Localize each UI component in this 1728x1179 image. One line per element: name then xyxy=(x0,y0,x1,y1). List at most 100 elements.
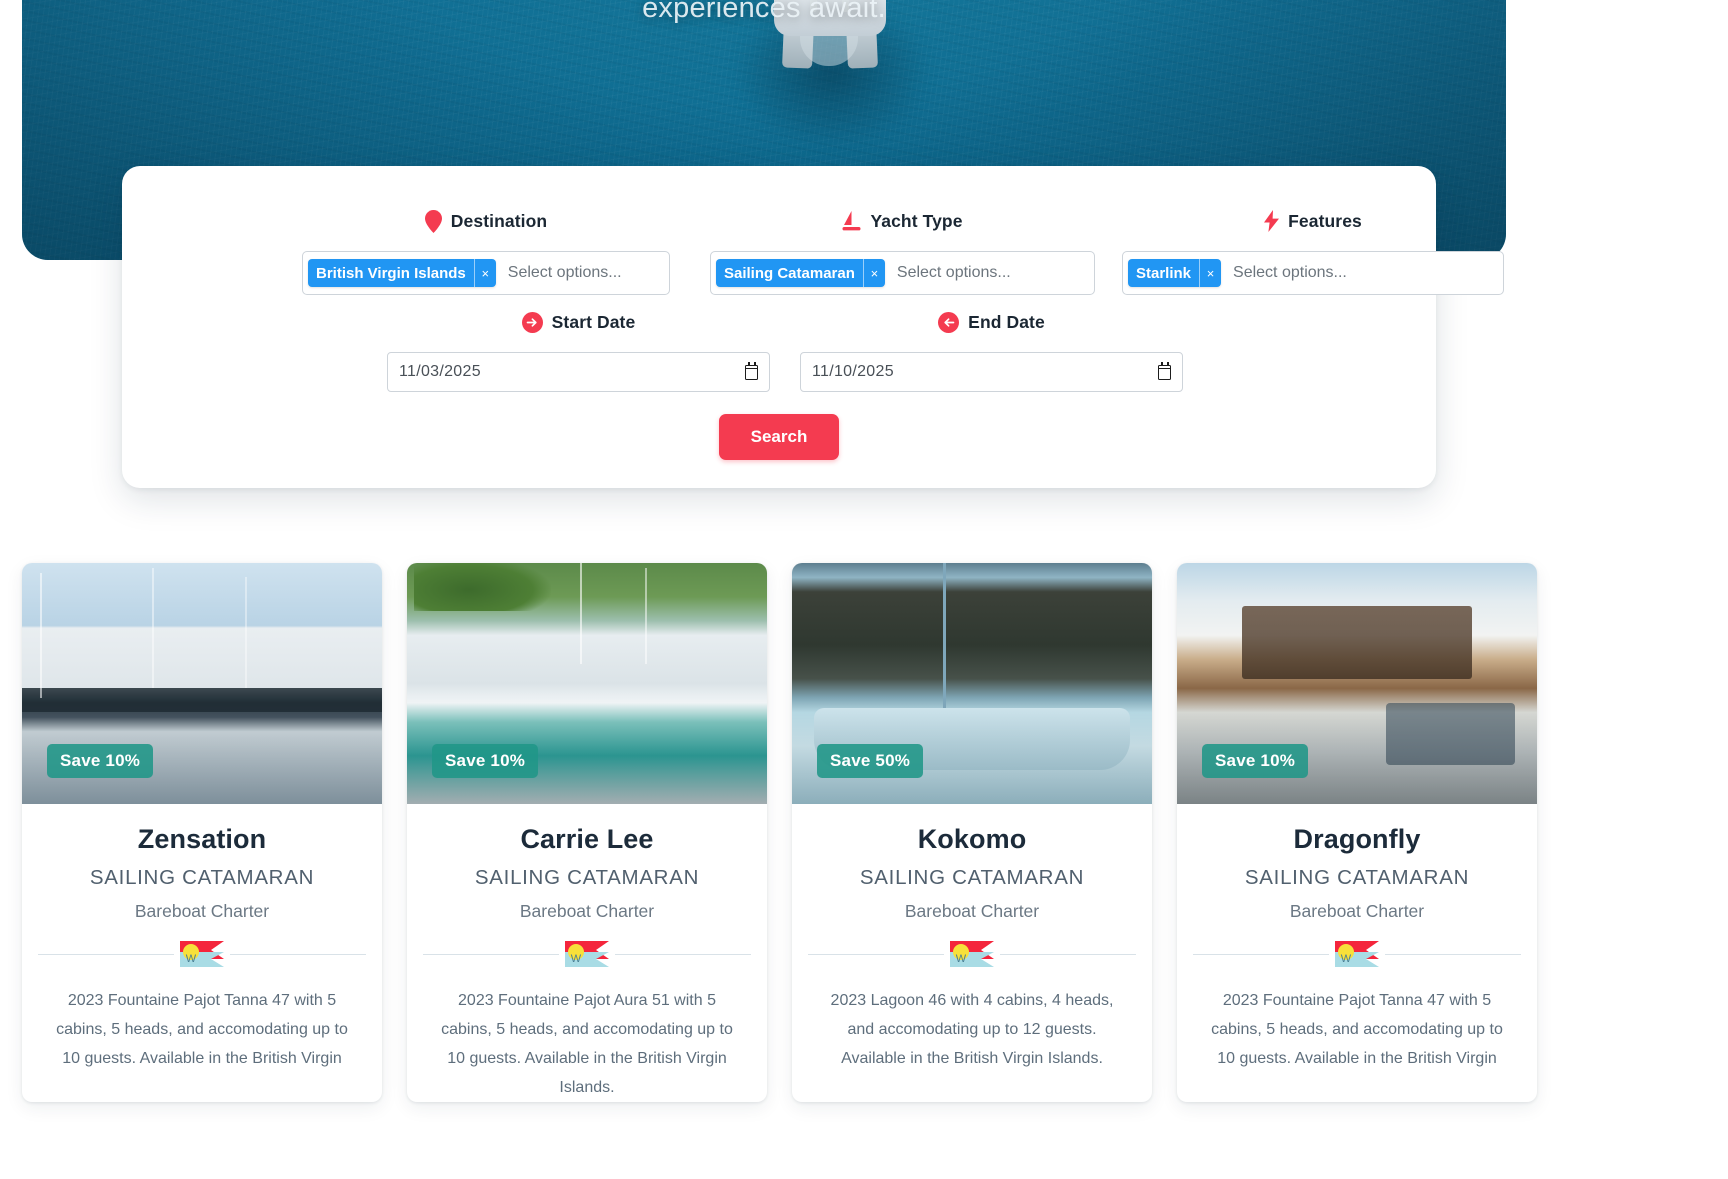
yacht-card-photo[interactable]: Save 10% xyxy=(22,563,382,804)
burgee-flag-icon: W xyxy=(180,940,224,968)
divider-line-left xyxy=(1193,953,1329,955)
search-panel: Destination British Virgin Islands × Sel… xyxy=(122,166,1504,488)
features-chip-remove-icon[interactable]: × xyxy=(1199,259,1221,287)
yacht-type-label: Yacht Type xyxy=(870,210,963,231)
arrow-right-circle-icon xyxy=(521,311,543,333)
yacht-charter-type: Bareboat Charter xyxy=(519,901,655,922)
end-date-label-group: End Date xyxy=(800,309,1183,335)
destination-chip-label: British Virgin Islands xyxy=(316,264,466,282)
burgee-flag-icon: W xyxy=(1335,940,1379,968)
destination-multiselect[interactable]: British Virgin Islands × Select options.… xyxy=(302,251,670,295)
yacht-charter-type: Bareboat Charter xyxy=(1289,901,1425,922)
calendar-icon[interactable] xyxy=(1158,362,1171,380)
yacht-card[interactable]: Save 10% Dragonfly SAILING CATAMARAN Bar… xyxy=(1177,563,1537,1103)
divider-line-right xyxy=(230,953,366,955)
yacht-type: SAILING CATAMARAN xyxy=(859,866,1085,890)
yacht-card[interactable]: Save 10% Zensation SAILING CATAMARAN Bar… xyxy=(22,563,382,1103)
yacht-type-placeholder[interactable]: Select options... xyxy=(885,264,1011,282)
start-date-field: Start Date 11/03/2025 xyxy=(387,309,770,392)
svg-text:W: W xyxy=(186,953,197,965)
arrow-left-circle-icon xyxy=(938,311,960,333)
burgee-flag-icon: W xyxy=(950,940,994,968)
yacht-type: SAILING CATAMARAN xyxy=(1244,866,1470,890)
yacht-card-photo[interactable]: Save 10% xyxy=(407,563,767,804)
features-label-group: Features xyxy=(1122,208,1504,234)
yacht-results-grid: Save 10% Zensation SAILING CATAMARAN Bar… xyxy=(22,563,1712,1103)
lightning-bolt-icon xyxy=(1264,210,1280,232)
features-label: Features xyxy=(1288,210,1362,231)
yacht-type-chip-remove-icon[interactable]: × xyxy=(862,259,885,287)
svg-text:W: W xyxy=(1341,953,1352,965)
destination-chip-remove-icon[interactable]: × xyxy=(473,259,496,287)
discount-badge: Save 50% xyxy=(817,744,924,778)
features-field: Features Starlink × Select options... xyxy=(1122,208,1504,295)
divider-line-left xyxy=(423,953,559,955)
yacht-description: 2023 Fountaine Pajot Aura 51 with 5 cabi… xyxy=(441,992,733,1097)
destination-label: Destination xyxy=(450,210,548,231)
yacht-card[interactable]: Save 50% Kokomo SAILING CATAMARAN Barebo… xyxy=(792,563,1152,1103)
card-divider: W xyxy=(423,939,751,969)
hero-tagline: experiences await. xyxy=(642,0,886,24)
yacht-description: 2023 Fountaine Pajot Tanna 47 with 5 cab… xyxy=(1211,992,1503,1068)
svg-text:W: W xyxy=(571,953,582,965)
yacht-type-label-group: Yacht Type xyxy=(710,208,1095,234)
burgee-flag-icon: W xyxy=(565,940,609,968)
features-chip[interactable]: Starlink × xyxy=(1128,259,1222,287)
yacht-card-body: Carrie Lee SAILING CATAMARAN Bareboat Ch… xyxy=(407,804,767,1102)
yacht-type-field: Yacht Type Sailing Catamaran × Select op… xyxy=(710,208,1095,295)
destination-placeholder[interactable]: Select options... xyxy=(496,264,622,282)
search-button[interactable]: Search xyxy=(718,414,840,460)
card-divider: W xyxy=(1193,939,1521,969)
yacht-name: Zensation xyxy=(137,824,267,854)
end-date-value: 11/10/2025 xyxy=(812,363,894,380)
features-multiselect[interactable]: Starlink × Select options... xyxy=(1122,251,1504,295)
yacht-description: 2023 Lagoon 46 with 4 cabins, 4 heads, a… xyxy=(830,992,1114,1068)
yacht-type: SAILING CATAMARAN xyxy=(474,866,700,890)
yacht-card-body: Dragonfly SAILING CATAMARAN Bareboat Cha… xyxy=(1177,804,1537,1073)
divider-line-right xyxy=(615,953,751,955)
yacht-type-chip[interactable]: Sailing Catamaran × xyxy=(716,259,885,287)
yacht-charter-type: Bareboat Charter xyxy=(134,901,270,922)
end-date-field: End Date 11/10/2025 xyxy=(800,309,1183,392)
search-button-container: Search xyxy=(122,414,1436,460)
yacht-card-photo[interactable]: Save 10% xyxy=(1177,563,1537,804)
yacht-card-body: Kokomo SAILING CATAMARAN Bareboat Charte… xyxy=(792,804,1152,1073)
map-pin-icon xyxy=(424,209,442,233)
yacht-description: 2023 Fountaine Pajot Tanna 47 with 5 cab… xyxy=(56,992,348,1068)
discount-badge: Save 10% xyxy=(432,744,539,778)
yacht-card[interactable]: Save 10% Carrie Lee SAILING CATAMARAN Ba… xyxy=(407,563,767,1103)
yacht-type: SAILING CATAMARAN xyxy=(89,866,315,890)
yacht-charter-type: Bareboat Charter xyxy=(904,901,1040,922)
card-divider: W xyxy=(808,939,1136,969)
destination-label-group: Destination xyxy=(302,208,670,234)
start-date-label: Start Date xyxy=(551,311,636,332)
features-chip-label: Starlink xyxy=(1136,264,1192,282)
start-date-label-group: Start Date xyxy=(387,309,770,335)
search-filters-row: Destination British Virgin Islands × Sel… xyxy=(122,208,1504,304)
yacht-card-body: Zensation SAILING CATAMARAN Bareboat Cha… xyxy=(22,804,382,1073)
calendar-icon[interactable] xyxy=(745,362,758,380)
sailboat-icon xyxy=(842,210,861,232)
yacht-name: Kokomo xyxy=(917,824,1027,854)
search-dates-row: Start Date 11/03/2025 End Date 11/10/202… xyxy=(122,309,1436,409)
end-date-input[interactable]: 11/10/2025 xyxy=(800,352,1183,392)
card-divider: W xyxy=(38,939,366,969)
discount-badge: Save 10% xyxy=(1202,744,1309,778)
start-date-input[interactable]: 11/03/2025 xyxy=(387,352,770,392)
start-date-value: 11/03/2025 xyxy=(399,363,481,380)
yacht-type-chip-label: Sailing Catamaran xyxy=(724,264,855,282)
yacht-name: Dragonfly xyxy=(1293,824,1421,854)
end-date-label: End Date xyxy=(968,311,1045,332)
destination-field: Destination British Virgin Islands × Sel… xyxy=(302,208,670,295)
yacht-card-photo[interactable]: Save 50% xyxy=(792,563,1152,804)
discount-badge: Save 10% xyxy=(47,744,154,778)
page-root: experiences await. Destination British V… xyxy=(0,0,1728,1179)
features-placeholder[interactable]: Select options... xyxy=(1221,264,1347,282)
divider-line-left xyxy=(38,953,174,955)
svg-text:W: W xyxy=(956,953,967,965)
divider-line-right xyxy=(1385,953,1521,955)
destination-chip[interactable]: British Virgin Islands × xyxy=(308,259,496,287)
divider-line-left xyxy=(808,953,944,955)
yacht-type-multiselect[interactable]: Sailing Catamaran × Select options... xyxy=(710,251,1095,295)
divider-line-right xyxy=(1000,953,1136,955)
